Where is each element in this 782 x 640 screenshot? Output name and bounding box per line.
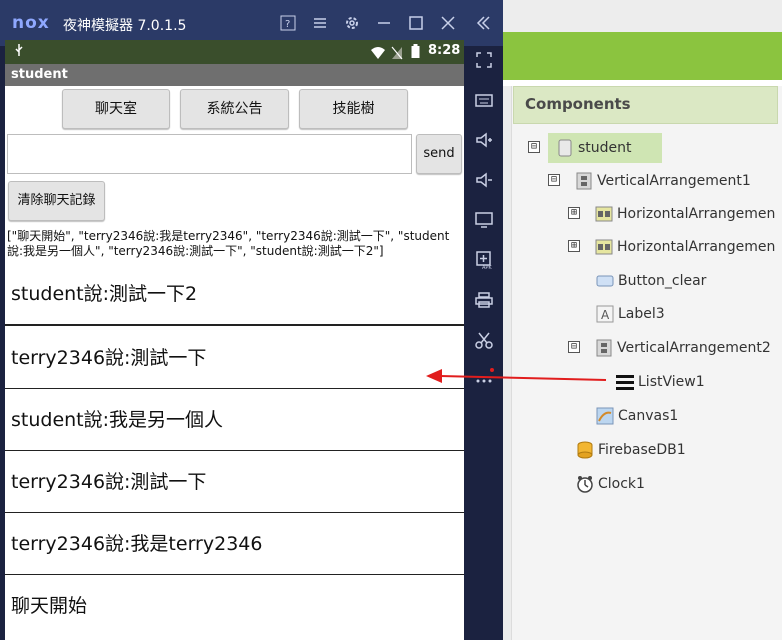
- wifi-icon: [370, 45, 386, 64]
- collapse-icon[interactable]: ⊟: [568, 341, 580, 353]
- component-listview1[interactable]: ListView1: [616, 369, 705, 395]
- list-item[interactable]: terry2346說:測試一下: [5, 450, 464, 513]
- list-item[interactable]: 聊天開始: [5, 574, 464, 636]
- tab-skilltree-button[interactable]: 技能樹: [299, 89, 408, 129]
- component-label: FirebaseDB1: [598, 442, 686, 458]
- volume-down-icon[interactable]: [474, 171, 494, 191]
- component-label: Label3: [618, 306, 665, 322]
- component-label: HorizontalArrangemen: [617, 206, 776, 222]
- component-horizontalarrangement1[interactable]: HorizontalArrangemen: [595, 201, 775, 227]
- collapse-sidebar-icon[interactable]: [472, 12, 494, 34]
- list-item-text: terry2346說:我是terry2346: [11, 533, 263, 555]
- usb-icon: [14, 43, 24, 60]
- printer-icon[interactable]: [474, 291, 494, 311]
- component-label: VerticalArrangement2: [617, 340, 771, 356]
- battery-icon: [411, 44, 420, 63]
- label-icon: A: [596, 305, 614, 323]
- button-icon: [596, 272, 614, 290]
- list-item-text: student說:我是另一個人: [11, 409, 224, 431]
- component-label3[interactable]: A Label3: [596, 301, 665, 327]
- component-verticalarrangement2[interactable]: VerticalArrangement2: [595, 335, 771, 361]
- list-item-text: student說:測試一下2: [11, 283, 198, 305]
- status-time: 8:28: [428, 43, 461, 58]
- list-item-text: 聊天開始: [11, 595, 88, 617]
- expand-icon[interactable]: ⊞: [568, 207, 580, 219]
- component-button-clear[interactable]: Button_clear: [596, 268, 706, 294]
- component-clock1[interactable]: Clock1: [576, 471, 645, 497]
- expand-icon[interactable]: ⊞: [568, 240, 580, 252]
- list-item[interactable]: student說:我是另一個人: [5, 388, 464, 451]
- component-label: HorizontalArrangemen: [617, 239, 776, 255]
- tab-chatroom-button[interactable]: 聊天室: [62, 89, 170, 129]
- component-horizontalarrangement2[interactable]: HorizontalArrangemen: [595, 234, 775, 260]
- component-label: Canvas1: [618, 408, 679, 424]
- maximize-icon[interactable]: [405, 12, 427, 34]
- component-firebasedb1[interactable]: FirebaseDB1: [576, 437, 686, 463]
- apk-install-icon[interactable]: APK: [474, 251, 494, 271]
- screen-icon: [556, 139, 574, 157]
- component-label: ListView1: [638, 374, 705, 390]
- clock-icon: [576, 475, 594, 493]
- list-item-text: terry2346說:測試一下: [11, 347, 207, 369]
- clear-chat-button[interactable]: 清除聊天記錄: [8, 181, 105, 221]
- component-label: VerticalArrangement1: [597, 173, 751, 189]
- ide-top-strip: [503, 0, 782, 32]
- firebase-icon: [576, 441, 594, 459]
- volume-up-icon[interactable]: [474, 131, 494, 151]
- screen-icon[interactable]: [474, 211, 494, 231]
- horizontal-arrangement-icon: [595, 238, 613, 256]
- list-item[interactable]: terry2346說:測試一下: [5, 325, 464, 389]
- fullscreen-icon[interactable]: [474, 51, 494, 71]
- app-title: student: [11, 67, 68, 82]
- menu-icon[interactable]: [309, 12, 331, 34]
- svg-text:A: A: [601, 308, 610, 322]
- list-item-text: terry2346說:測試一下: [11, 471, 207, 493]
- svg-text:APK: APK: [482, 265, 492, 269]
- vertical-arrangement-icon: [575, 172, 593, 190]
- keyboard-icon[interactable]: [474, 91, 494, 111]
- list-item[interactable]: terry2346說:我是terry2346: [5, 512, 464, 575]
- collapse-icon[interactable]: ⊟: [548, 174, 560, 186]
- close-icon[interactable]: [437, 12, 459, 34]
- component-label: student: [578, 140, 632, 156]
- message-input[interactable]: [7, 134, 412, 174]
- gear-icon[interactable]: [341, 12, 363, 34]
- svg-text:?: ?: [285, 19, 290, 30]
- ide-toolbar: [503, 32, 782, 80]
- emulator-title: 夜神模擬器 7.0.1.5: [63, 18, 187, 34]
- component-canvas1[interactable]: Canvas1: [596, 403, 678, 429]
- tab-announcement-button[interactable]: 系統公告: [180, 89, 289, 129]
- no-signal-icon: [391, 45, 403, 64]
- more-icon[interactable]: [474, 372, 494, 392]
- component-student[interactable]: student: [556, 135, 632, 161]
- list-item[interactable]: student說:測試一下2: [5, 262, 464, 325]
- chat-log-label: ["聊天開始", "terry2346說:我是terry2346", "terr…: [7, 229, 450, 258]
- collapse-icon[interactable]: ⊟: [528, 141, 540, 153]
- vertical-arrangement-icon: [595, 339, 613, 357]
- send-button[interactable]: send: [416, 134, 462, 174]
- horizontal-arrangement-icon: [595, 205, 613, 223]
- listview-icon: [616, 373, 634, 391]
- component-label: Button_clear: [618, 273, 707, 289]
- minimize-icon[interactable]: [373, 12, 395, 34]
- components-title: Components: [525, 95, 631, 113]
- help-icon[interactable]: ?: [277, 12, 299, 34]
- scissors-icon[interactable]: [474, 331, 494, 351]
- nox-logo: nox: [12, 13, 50, 33]
- app-titlebar: [5, 64, 464, 86]
- component-label: Clock1: [598, 476, 645, 492]
- canvas-icon: [596, 407, 614, 425]
- component-verticalarrangement1[interactable]: VerticalArrangement1: [575, 168, 751, 194]
